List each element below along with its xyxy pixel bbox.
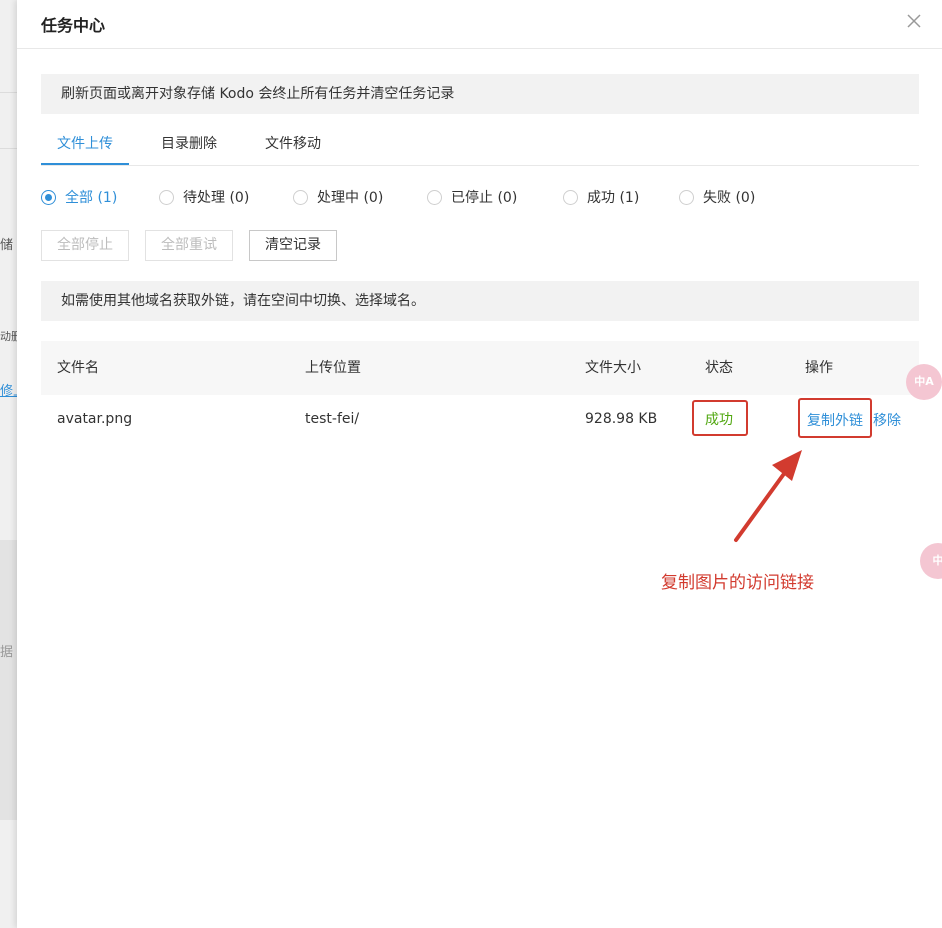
- filter-stopped[interactable]: 已停止 (0): [427, 186, 517, 208]
- remove-button[interactable]: 移除: [873, 397, 901, 445]
- filter-all[interactable]: 全部 (1): [41, 186, 117, 208]
- tab-file-upload[interactable]: 文件上传: [41, 124, 129, 165]
- filter-label: 失败 (0): [703, 190, 756, 206]
- filter-label: 处理中 (0): [317, 190, 384, 206]
- filter-label: 已停止 (0): [451, 190, 518, 206]
- header-filename: 文件名: [57, 360, 99, 376]
- cell-size: 928.98 KB: [585, 411, 658, 427]
- cell-location: test-fei/: [305, 411, 360, 427]
- radio-checked-icon: [41, 189, 56, 205]
- filter-success[interactable]: 成功 (1): [563, 186, 639, 208]
- radio-icon: [159, 189, 174, 205]
- filter-label: 全部 (1): [65, 190, 118, 206]
- clear-records-button[interactable]: 清空记录: [249, 230, 337, 261]
- translate-icon[interactable]: 中A: [906, 364, 942, 400]
- annotation-text: 复制图片的访问链接: [661, 573, 814, 593]
- table-row: avatar.png test-fei/ 928.98 KB 成功 复制外链 移…: [41, 395, 919, 443]
- task-tabs: 文件上传 目录删除 文件移动: [41, 124, 919, 166]
- radio-icon: [563, 189, 578, 205]
- upload-task-table: 文件名 上传位置 文件大小 状态 操作 avatar.png test-fei/…: [41, 341, 919, 443]
- filter-processing[interactable]: 处理中 (0): [293, 186, 383, 208]
- radio-icon: [679, 189, 694, 205]
- cell-filename: avatar.png: [57, 411, 133, 427]
- filter-pending[interactable]: 待处理 (0): [159, 186, 249, 208]
- filter-failed[interactable]: 失败 (0): [679, 186, 755, 208]
- copy-link-button[interactable]: 复制外链: [807, 397, 863, 445]
- filter-label: 待处理 (0): [183, 190, 250, 206]
- header-location: 上传位置: [305, 360, 361, 376]
- tab-file-move[interactable]: 文件移动: [257, 124, 329, 165]
- modal-title: 任务中心: [41, 16, 106, 35]
- status-badge: 成功: [705, 412, 733, 428]
- header-size: 文件大小: [585, 360, 641, 376]
- modal-header: 任务中心: [17, 0, 942, 49]
- stop-all-button[interactable]: 全部停止: [41, 230, 129, 261]
- warning-notice: 刷新页面或离开对象存储 Kodo 会终止所有任务并清空任务记录: [41, 74, 919, 114]
- header-actions: 操作: [805, 360, 833, 376]
- table-header: 文件名 上传位置 文件大小 状态 操作: [41, 341, 919, 395]
- header-status: 状态: [705, 360, 733, 376]
- tab-directory-delete[interactable]: 目录删除: [153, 124, 225, 165]
- domain-tip: 如需使用其他域名获取外链，请在空间中切换、选择域名。: [41, 281, 919, 321]
- filter-label: 成功 (1): [587, 190, 640, 206]
- radio-icon: [427, 189, 442, 205]
- close-icon[interactable]: [906, 13, 922, 29]
- radio-icon: [293, 189, 308, 205]
- status-filter-group: 全部 (1) 待处理 (0) 处理中 (0) 已停止 (0) 成功 (1) 失败…: [41, 186, 919, 208]
- retry-all-button[interactable]: 全部重试: [145, 230, 233, 261]
- annotation-arrow: [734, 450, 802, 542]
